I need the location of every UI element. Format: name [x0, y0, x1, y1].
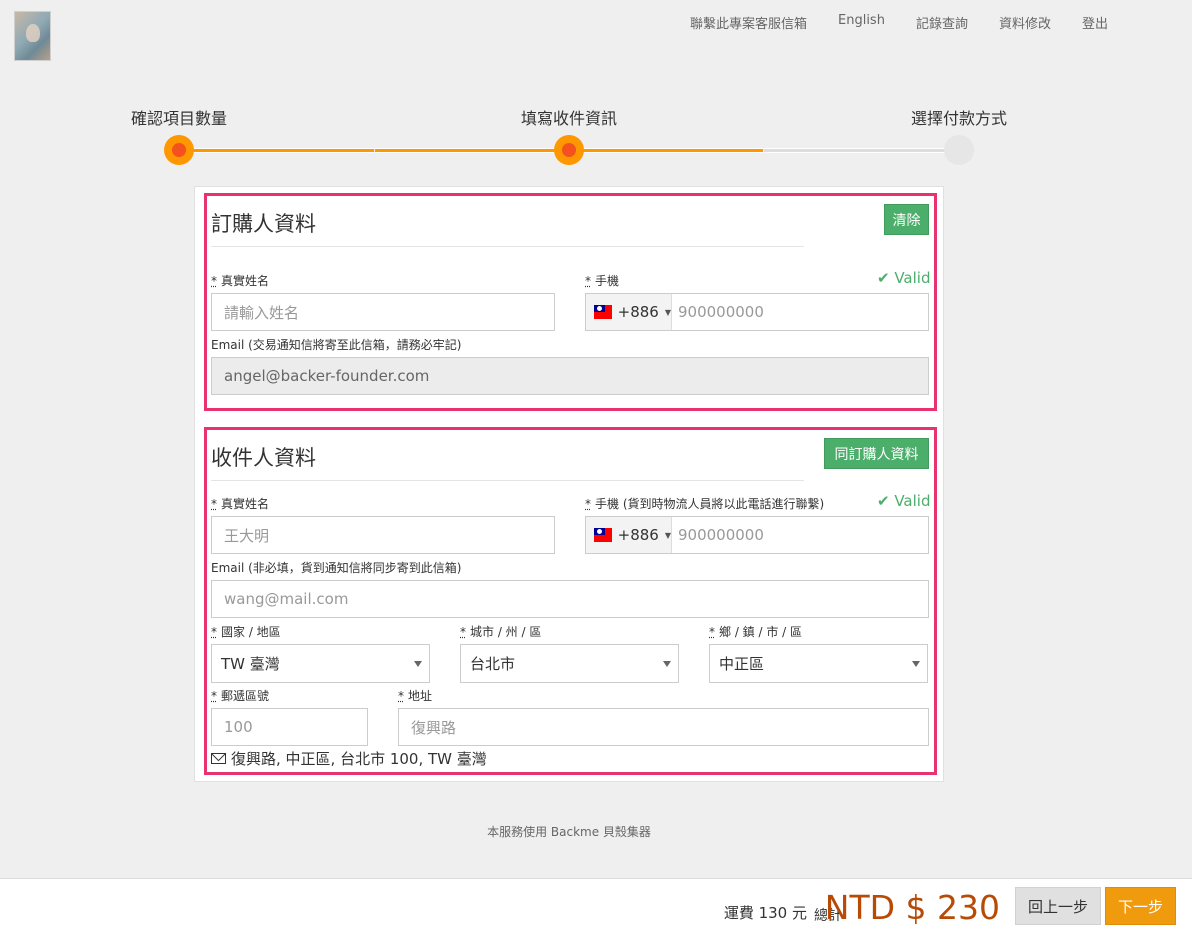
powered-by-note: 本服務使用 Backme 貝殼集器	[487, 825, 651, 839]
next-button[interactable]: 下一步	[1105, 887, 1176, 925]
checkout-form-card: 訂購人資料 清除 * 真實姓名 * 手機 ✔ Valid 請輸入姓名 +886 ▼ …	[194, 186, 944, 782]
district-select[interactable]: 中正區	[709, 644, 928, 683]
nav-language-link[interactable]: English	[838, 13, 885, 32]
required-mark: *	[709, 625, 715, 639]
back-button[interactable]: 回上一步	[1015, 887, 1101, 925]
step-connector-1a	[179, 148, 374, 153]
step-label-2: 填寫收件資訊	[521, 109, 618, 128]
recipient-phone-valid-badge: ✔ Valid	[877, 492, 931, 510]
required-mark: *	[211, 625, 217, 639]
recipient-section-title: 收件人資料	[211, 442, 804, 481]
buyer-section: 訂購人資料 清除 * 真實姓名 * 手機 ✔ Valid 請輸入姓名 +886 ▼ …	[204, 193, 937, 411]
step-connector-2a	[569, 148, 763, 153]
buyer-phone-field[interactable]: +886 ▼ 900000000	[585, 293, 929, 331]
step-dot-3	[944, 135, 974, 165]
required-mark: *	[585, 497, 591, 511]
recipient-section: 收件人資料 同訂購人資料 * 真實姓名 * 手機 (貨到時物流人員將以此電話進行聯繫…	[204, 427, 937, 775]
required-mark: *	[460, 625, 466, 639]
dropdown-arrow-icon	[912, 661, 920, 667]
buyer-name-label: * 真實姓名	[211, 274, 270, 288]
address-input[interactable]: 復興路	[398, 708, 929, 746]
recipient-name-label: * 真實姓名	[211, 497, 270, 511]
clear-button[interactable]: 清除	[884, 204, 929, 235]
zip-input[interactable]: 100	[211, 708, 368, 746]
dropdown-arrow-icon	[414, 661, 422, 667]
buyer-email-label: Email (交易通知信將寄至此信箱，請務必牢記)	[211, 338, 462, 352]
recipient-email-label: Email (非必填，貨到通知信將同步寄到此信箱)	[211, 561, 462, 575]
copy-buyer-button[interactable]: 同訂購人資料	[824, 438, 929, 469]
required-mark: *	[211, 274, 217, 288]
taiwan-flag-icon	[594, 305, 612, 319]
step-dot-2	[554, 135, 584, 165]
buyer-phone-label: * 手機	[585, 274, 620, 288]
district-label: * 鄉 / 鎮 / 市 / 區	[709, 625, 803, 639]
step-connector-2b	[764, 148, 958, 153]
nav-records-link[interactable]: 記錄查詢	[916, 13, 968, 32]
buyer-name-input[interactable]: 請輸入姓名	[211, 293, 555, 331]
step-connector-1b	[375, 148, 569, 153]
address-label: * 地址	[398, 689, 433, 703]
recipient-phone-field[interactable]: +886 ▼ 900000000	[585, 516, 929, 554]
shipping-fee: 運費 130 元	[723, 904, 807, 922]
recipient-phone-label: * 手機 (貨到時物流人員將以此電話進行聯繫)	[585, 497, 825, 511]
caret-down-icon: ▼	[664, 307, 671, 317]
city-label: * 城市 / 州 / 區	[460, 625, 542, 639]
country-label: * 國家 / 地區	[211, 625, 281, 639]
envelope-icon	[211, 753, 226, 764]
address-summary: 復興路, 中正區, 台北市 100, TW 臺灣	[211, 748, 487, 769]
dropdown-arrow-icon	[663, 661, 671, 667]
buyer-phone-input[interactable]: 900000000	[672, 303, 764, 321]
zip-label: * 郵遞區號	[211, 689, 270, 703]
required-mark: *	[398, 689, 404, 703]
step-label-1: 確認項目數量	[131, 109, 228, 128]
recipient-name-input[interactable]: 王大明	[211, 516, 555, 554]
taiwan-flag-icon	[594, 528, 612, 542]
user-avatar[interactable]	[14, 11, 51, 61]
buyer-email-input[interactable]: angel@backer-founder.com	[211, 357, 929, 395]
checkout-bar: 運費 130 元 總計 NTD $ 230 回上一步 下一步	[0, 878, 1192, 937]
step-dot-1	[164, 135, 194, 165]
step-label-3: 選擇付款方式	[911, 109, 1008, 128]
buyer-phone-valid-badge: ✔ Valid	[877, 269, 931, 287]
nav-logout-link[interactable]: 登出	[1082, 13, 1108, 32]
buyer-country-code-select[interactable]: +886 ▼	[586, 294, 672, 330]
required-mark: *	[211, 497, 217, 511]
caret-down-icon: ▼	[664, 530, 671, 540]
required-mark: *	[585, 274, 591, 288]
recipient-phone-input[interactable]: 900000000	[672, 526, 764, 544]
country-select[interactable]: TW 臺灣	[211, 644, 430, 683]
nav-contact-link[interactable]: 聯繫此專案客服信箱	[690, 13, 807, 32]
recipient-country-code-select[interactable]: +886 ▼	[586, 517, 672, 553]
required-mark: *	[211, 689, 217, 703]
nav-edit-profile-link[interactable]: 資料修改	[999, 13, 1051, 32]
buyer-section-title: 訂購人資料	[211, 208, 804, 247]
city-select[interactable]: 台北市	[460, 644, 679, 683]
recipient-email-input[interactable]: wang@mail.com	[211, 580, 929, 618]
top-nav: 聯繫此專案客服信箱 English 記錄查詢 資料修改 登出	[690, 13, 1108, 32]
total-amount: NTD $ 230	[824, 888, 1000, 927]
